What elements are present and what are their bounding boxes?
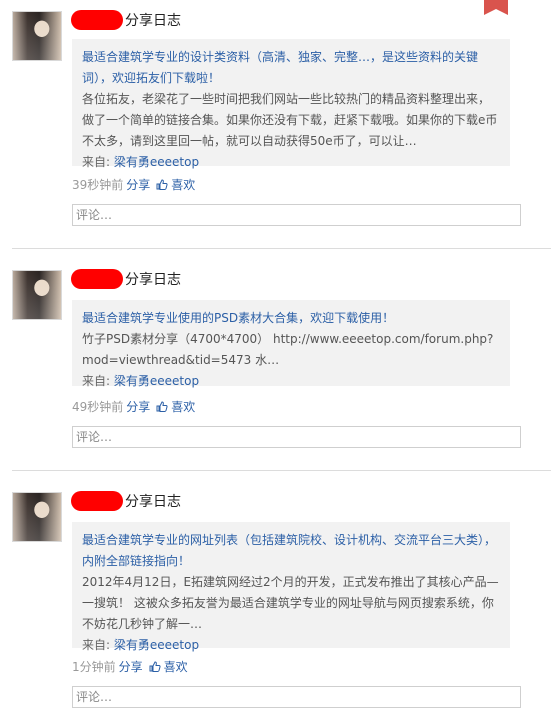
post-meta: 49秒钟前 分享 喜欢	[72, 398, 195, 416]
blog-source: 来自: 梁有勇eeeetop	[82, 635, 500, 656]
shared-blog-card: 最适合建筑学专业的设计类资料（高清、独家、完整…，是这些资料的关键词），欢迎拓友…	[72, 39, 510, 169]
post-time: 1分钟前	[72, 660, 116, 674]
share-link[interactable]: 分享	[119, 660, 143, 674]
blog-excerpt: 2012年4月12日，E拓建筑网经过2个月的开发，正式发布推出了其核心产品—一搜…	[82, 575, 499, 631]
source-author-link[interactable]: 梁有勇eeeetop	[114, 638, 199, 652]
post-header: 分享日志	[71, 10, 181, 32]
blog-excerpt: 各位拓友，老梁花了一些时间把我们网站一些比较热门的精品资料整理出来，做了一个简单…	[82, 92, 498, 148]
post-meta: 1分钟前 分享 喜欢	[72, 658, 188, 676]
source-author-link[interactable]: 梁有勇eeeetop	[114, 155, 199, 169]
post-meta: 39秒钟前 分享 喜欢	[72, 176, 195, 194]
comment-input[interactable]: 评论…	[72, 426, 521, 448]
blog-source: 来自: 梁有勇eeeetop	[82, 152, 500, 173]
post-header: 分享日志	[71, 491, 181, 513]
comment-input[interactable]: 评论…	[72, 204, 521, 226]
blog-excerpt: 竹子PSD素材分享（4700*4700） http://www.eeeetop.…	[82, 332, 494, 367]
post-time: 39秒钟前	[72, 178, 124, 192]
post-action: 分享日志	[125, 13, 181, 29]
thumbs-up-icon[interactable]	[156, 401, 168, 412]
redacted-username	[71, 491, 123, 511]
share-link[interactable]: 分享	[126, 178, 150, 192]
like-link[interactable]: 喜欢	[171, 400, 195, 414]
redacted-username	[71, 269, 123, 289]
source-label: 来自:	[82, 638, 111, 652]
post-action: 分享日志	[125, 272, 181, 288]
redacted-username	[71, 10, 123, 30]
avatar[interactable]	[12, 492, 62, 542]
source-author-link[interactable]: 梁有勇eeeetop	[114, 374, 199, 388]
avatar[interactable]	[12, 270, 62, 320]
bookmark-flag-icon	[484, 0, 508, 15]
shared-blog-card: 最适合建筑学专业的网址列表（包括建筑院校、设计机构、交流平台三大类），内附全部链…	[72, 522, 510, 652]
avatar[interactable]	[12, 11, 62, 61]
shared-blog-card: 最适合建筑学专业使用的PSD素材大合集，欢迎下载使用！ 竹子PSD素材分享（47…	[72, 300, 510, 388]
source-label: 来自:	[82, 155, 111, 169]
thumbs-up-icon[interactable]	[156, 179, 168, 190]
share-link[interactable]: 分享	[126, 400, 150, 414]
post-header: 分享日志	[71, 269, 181, 291]
like-link[interactable]: 喜欢	[171, 178, 195, 192]
comment-input[interactable]: 评论…	[72, 686, 521, 708]
thumbs-up-icon[interactable]	[149, 661, 161, 672]
source-label: 来自:	[82, 374, 111, 388]
post-time: 49秒钟前	[72, 400, 124, 414]
blog-title-link[interactable]: 最适合建筑学专业使用的PSD素材大合集，欢迎下载使用！	[82, 308, 500, 329]
feed-divider	[12, 248, 551, 249]
feed-divider	[12, 470, 551, 471]
like-link[interactable]: 喜欢	[164, 660, 188, 674]
blog-title-link[interactable]: 最适合建筑学专业的设计类资料（高清、独家、完整…，是这些资料的关键词），欢迎拓友…	[82, 47, 500, 89]
blog-source: 来自: 梁有勇eeeetop	[82, 371, 500, 392]
post-action: 分享日志	[125, 494, 181, 510]
blog-title-link[interactable]: 最适合建筑学专业的网址列表（包括建筑院校、设计机构、交流平台三大类），内附全部链…	[82, 530, 500, 572]
